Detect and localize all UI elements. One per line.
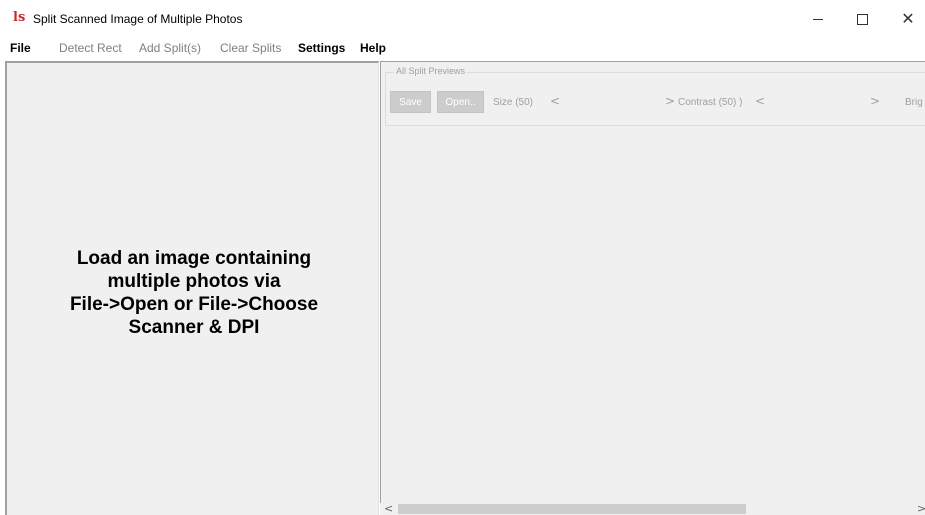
window-title: Split Scanned Image of Multiple Photos bbox=[33, 12, 243, 26]
contrast-slider-right-arrow[interactable]: > bbox=[870, 95, 880, 107]
maximize-button[interactable] bbox=[839, 0, 885, 38]
size-slider-right-arrow[interactable]: > bbox=[665, 95, 675, 107]
title-bar: ls Split Scanned Image of Multiple Photo… bbox=[0, 0, 925, 38]
maximize-icon bbox=[856, 13, 868, 25]
size-label: Size (50) bbox=[493, 97, 534, 108]
image-pane[interactable]: Load an image containing multiple photos… bbox=[5, 61, 379, 515]
contrast-label: Contrast (50) ) bbox=[678, 97, 743, 108]
menu-file[interactable]: File bbox=[10, 41, 31, 55]
menu-detect-rect[interactable]: Detect Rect bbox=[59, 41, 122, 55]
previews-group-title: All Split Previews bbox=[394, 66, 468, 76]
minimize-button[interactable] bbox=[795, 0, 841, 38]
brightness-label: Brig bbox=[905, 97, 923, 108]
contrast-slider-left-arrow[interactable]: < bbox=[755, 95, 765, 107]
load-image-message: Load an image containing multiple photos… bbox=[69, 248, 319, 338]
app-icon: ls bbox=[13, 10, 26, 25]
menu-add-splits[interactable]: Add Split(s) bbox=[139, 41, 201, 55]
horizontal-scrollbar[interactable]: < > bbox=[380, 503, 925, 515]
menu-settings[interactable]: Settings bbox=[298, 41, 345, 55]
menu-help[interactable]: Help bbox=[360, 41, 386, 55]
minimize-icon bbox=[813, 18, 823, 20]
open-button[interactable]: Open.. bbox=[437, 91, 484, 113]
scroll-right-arrow[interactable]: > bbox=[917, 503, 925, 515]
save-button[interactable]: Save bbox=[390, 91, 431, 113]
close-button[interactable]: ✕ bbox=[885, 0, 925, 38]
previews-pane: All Split Previews Save Open.. Size (50)… bbox=[380, 61, 925, 515]
scroll-left-arrow[interactable]: < bbox=[384, 503, 393, 515]
close-icon: ✕ bbox=[901, 9, 915, 28]
menu-bar: File Detect Rect Add Split(s) Clear Spli… bbox=[0, 38, 925, 60]
menu-clear-splits[interactable]: Clear Splits bbox=[220, 41, 281, 55]
size-slider-left-arrow[interactable]: < bbox=[550, 95, 560, 107]
scrollbar-thumb[interactable] bbox=[398, 504, 746, 514]
